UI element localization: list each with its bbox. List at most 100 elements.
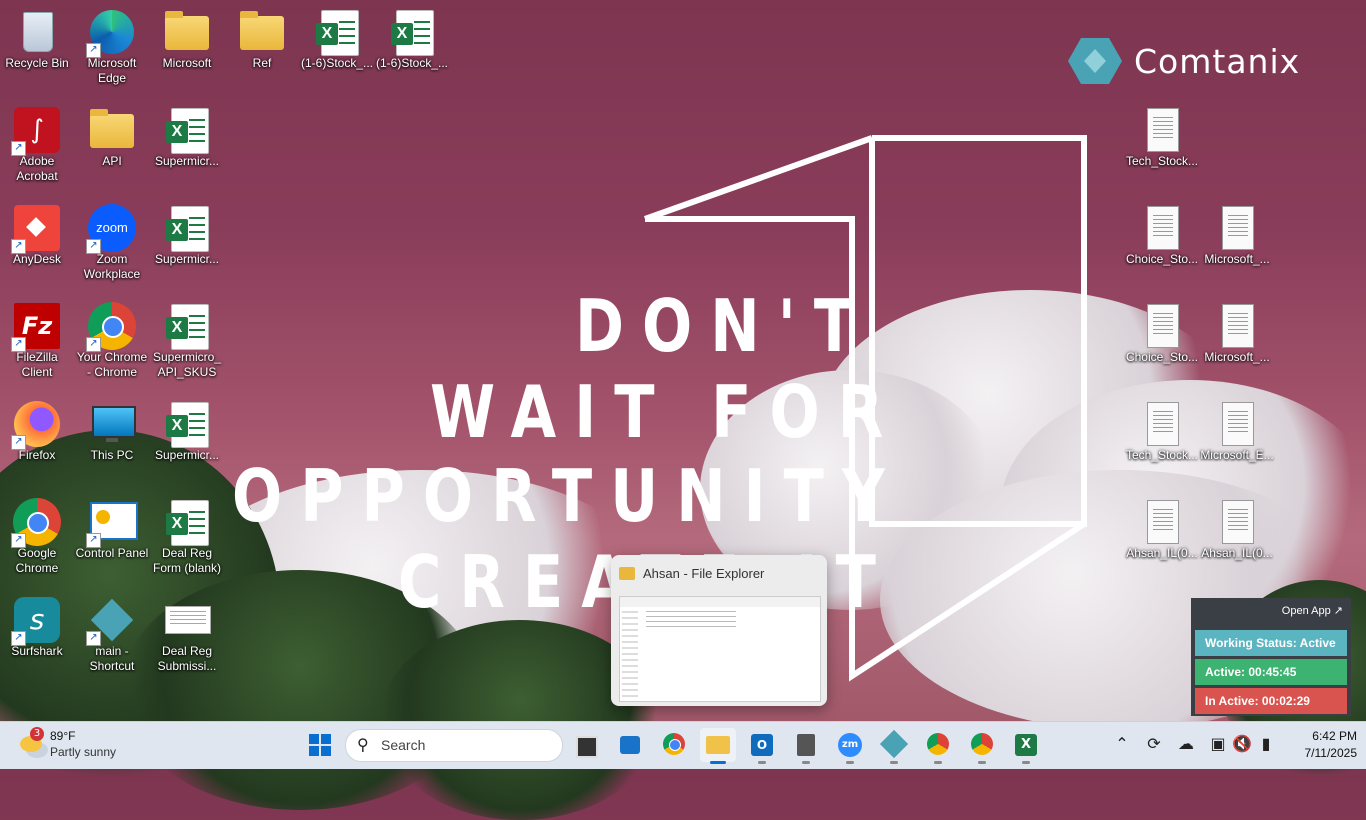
clock[interactable]: 6:42 PM 7/11/2025 (1285, 728, 1358, 762)
recycle-bin-icon (13, 8, 61, 56)
start-button[interactable] (302, 728, 338, 762)
outlook-taskbar-button[interactable]: O (744, 728, 780, 764)
weather-widget[interactable]: 3 89°F Partly sunny (18, 727, 128, 764)
desktop-icon[interactable]: Ahsan_IL(0... (1125, 498, 1199, 561)
desktop-icon-label: Deal Reg Submissi... (157, 644, 217, 673)
desktop-icon[interactable]: Recycle Bin (0, 8, 74, 71)
shortcut-arrow-icon: ↗ (11, 239, 26, 254)
desktop-icon-label: Supermicr... (154, 252, 220, 266)
app-taskbar-button[interactable] (876, 728, 912, 764)
desktop-icon[interactable]: Choice_Sto... (1125, 204, 1199, 267)
desktop-icon-label: Recycle Bin (5, 56, 69, 70)
desktop-icon[interactable]: Microsoft (150, 8, 224, 71)
chrome-icon (927, 733, 949, 755)
desktop-icon[interactable]: Ahsan_IL(0... (1200, 498, 1274, 561)
volume-muted-icon[interactable]: 🔇 (1230, 732, 1254, 756)
desktop-icon-label: Adobe Acrobat (16, 154, 58, 183)
desktop-icon-label: Google Chrome (15, 546, 59, 575)
desktop-icon[interactable]: Deal Reg Submissi... (150, 596, 224, 674)
desktop-icon[interactable]: Choice_Sto... (1125, 302, 1199, 365)
anydesk-icon: ↗ (11, 204, 61, 254)
file-explorer-taskbar-button[interactable] (700, 728, 736, 764)
desktop-icon-label: Ref (252, 56, 272, 70)
desktop-icon-label: Control Panel (75, 546, 149, 560)
desktop-icon[interactable]: X Supermicr... (150, 400, 224, 463)
chevron-up-icon[interactable]: ⌃ (1110, 732, 1134, 756)
store-button[interactable] (612, 728, 648, 762)
sync-icon[interactable]: ⟳ (1142, 732, 1166, 756)
chrome-profile2-taskbar-button[interactable] (964, 728, 1000, 764)
excel-file-icon: X (163, 106, 211, 154)
desktop-icon[interactable]: Fz ↗ FileZilla Client (0, 302, 74, 380)
excel-file-icon: X (163, 302, 211, 350)
desktop-icon[interactable]: Ref (225, 8, 299, 71)
text-file-icon (1213, 400, 1261, 448)
shortcut-arrow-icon: ↗ (11, 631, 26, 646)
brand-logo: Comtanix (1068, 38, 1300, 84)
desktop-icon[interactable]: Tech_Stock... (1125, 400, 1199, 463)
shortcut-arrow-icon: ↗ (86, 631, 101, 646)
open-app-button[interactable]: Open App ↗ (1282, 604, 1343, 617)
desktop-icon[interactable]: ↗ Your Chrome - Chrome (75, 302, 149, 380)
desktop-icon[interactable]: Microsoft_E... (1200, 400, 1274, 463)
desktop-icon[interactable]: X Supermicro_ API_SKUS (150, 302, 224, 380)
shortcut-arrow-icon: ↗ (11, 435, 26, 450)
desktop-icon-label: Microsoft_... (1204, 252, 1270, 266)
desktop-icon[interactable]: X Supermicr... (150, 106, 224, 169)
task-view-button[interactable] (568, 728, 604, 762)
desktop-icon[interactable]: ↗ AnyDesk (0, 204, 74, 267)
desktop-icon[interactable]: Microsoft_... (1200, 302, 1274, 365)
desktop-icon[interactable]: X Deal Reg Form (blank) (150, 498, 224, 576)
control-panel-icon: ↗ (86, 498, 138, 548)
desktop-icon[interactable]: X Supermicr... (150, 204, 224, 267)
desktop-icon[interactable]: s ↗ Surfshark (0, 596, 74, 659)
shortcut-arrow-icon: ↗ (86, 337, 101, 352)
desktop-icon-label: API (102, 154, 122, 168)
slogan-line-3: OPPORTUNITY (232, 454, 903, 538)
monitor-icon (88, 400, 136, 448)
desktop-icon[interactable]: Microsoft_... (1200, 204, 1274, 267)
brand-name: Comtanix (1134, 41, 1301, 81)
search-icon: ⚲ (357, 735, 369, 754)
battery-icon[interactable]: ▮ (1254, 732, 1278, 756)
taskbar-search[interactable]: ⚲ Search (345, 729, 563, 762)
file-explorer-icon (706, 736, 730, 754)
network-icon[interactable]: ▣ (1206, 732, 1230, 756)
desktop-icon[interactable]: ↗ Google Chrome (0, 498, 74, 576)
weather-badge: 3 (30, 727, 44, 741)
desktop-icon[interactable]: ↗ Microsoft Edge (75, 8, 149, 86)
desktop-icon[interactable]: This PC (75, 400, 149, 463)
desktop-icon[interactable]: API (75, 106, 149, 169)
folder-icon (238, 8, 286, 56)
acrobat-icon: ∫ ↗ (11, 106, 61, 156)
chrome-profile-icon: ↗ (86, 302, 136, 352)
text-file-icon (1213, 302, 1261, 350)
desktop-icon[interactable]: ↗ Firefox (0, 400, 74, 463)
desktop-icon[interactable]: zoom ↗ Zoom Workplace (75, 204, 149, 282)
desktop-icon[interactable]: ↗ Control Panel (75, 498, 149, 561)
desktop-icon-label: Choice_Sto... (1125, 350, 1199, 364)
desktop-icon-label: Tech_Stock... (1125, 448, 1199, 462)
desktop-icon-label: This PC (90, 448, 134, 462)
desktop-icon[interactable]: X (1-6)Stock_... (300, 8, 374, 71)
chrome-profile-taskbar-button[interactable] (920, 728, 956, 764)
text-file-icon (1138, 302, 1186, 350)
zoom-taskbar-button[interactable]: zm (832, 728, 868, 764)
file-explorer-preview[interactable]: Ahsan - File Explorer (611, 555, 827, 706)
calculator-taskbar-button[interactable] (788, 728, 824, 764)
desktop-icon[interactable]: ∫ ↗ Adobe Acrobat (0, 106, 74, 184)
desktop-icon[interactable]: Tech_Stock... (1125, 106, 1199, 169)
desktop-icon-label: (1-6)Stock_... (375, 56, 449, 70)
desktop-icon[interactable]: ↗ main - Shortcut (75, 596, 149, 674)
desktop-icon[interactable]: X (1-6)Stock_... (375, 8, 449, 71)
cloud-offline-icon[interactable]: ☁ (1174, 732, 1198, 756)
outlook-icon: O (751, 734, 773, 756)
chrome-taskbar-button[interactable] (656, 728, 692, 762)
excel-file-icon: X (163, 204, 211, 252)
shortcut-arrow-icon: ↗ (11, 141, 26, 156)
preview-thumbnail (619, 596, 821, 702)
desktop-icon-label: Choice_Sto... (1125, 252, 1199, 266)
excel-icon: X (1015, 734, 1037, 756)
excel-taskbar-button[interactable]: X (1008, 728, 1044, 764)
desktop-icon-label: Surfshark (11, 644, 63, 658)
